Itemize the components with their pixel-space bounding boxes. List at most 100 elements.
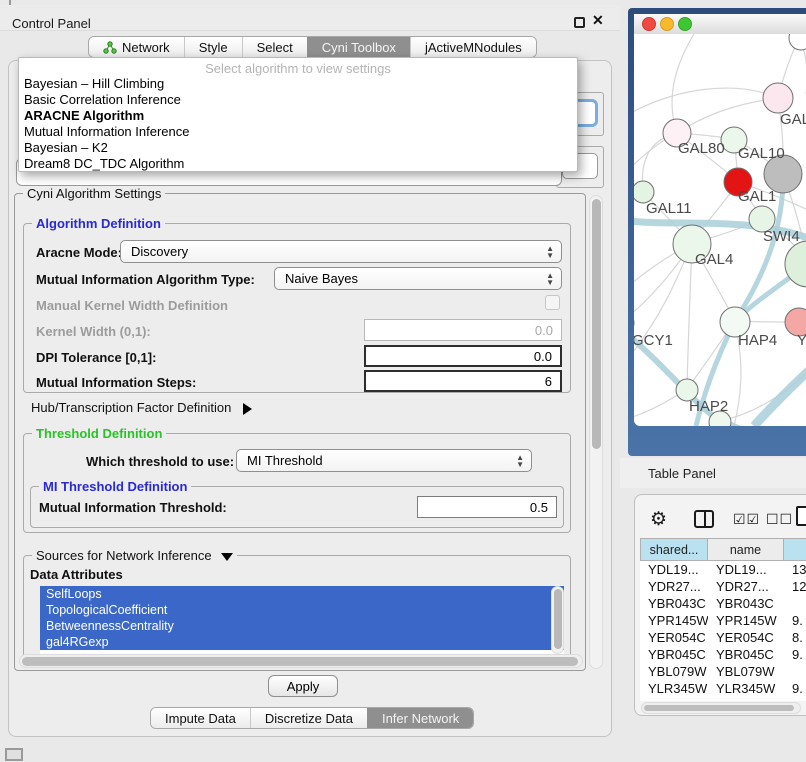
- tab-infer-network[interactable]: Infer Network: [367, 708, 473, 728]
- table-row[interactable]: YDL19...YDL19...13: [640, 561, 806, 578]
- table-cell: YBL079W: [708, 664, 784, 679]
- deselect-all-checkboxes-icon[interactable]: ☐☐: [766, 511, 793, 528]
- tab-label: Select: [257, 40, 293, 55]
- algorithm-dropdown-popup: Select algorithm to view settings Bayesi…: [18, 57, 578, 172]
- table-cell: 9.: [784, 647, 806, 662]
- close-traffic-icon[interactable]: [642, 17, 656, 31]
- columns-icon[interactable]: [694, 510, 714, 528]
- which-threshold-combobox[interactable]: MI Threshold ▲▼: [236, 449, 532, 472]
- tab-network[interactable]: Network: [89, 37, 184, 57]
- table-row[interactable]: YER054CYER054C8.: [640, 629, 806, 646]
- docked-panel-icon[interactable]: [5, 748, 23, 761]
- tab-label: Discretize Data: [265, 711, 353, 726]
- hub-definition-toggle[interactable]: Hub/Transcription Factor Definition: [31, 400, 252, 415]
- settings-hscrollbar[interactable]: [19, 654, 583, 668]
- node-label-gcy1: GCY1: [634, 332, 673, 349]
- kernel-width-field[interactable]: 0.0: [364, 319, 562, 341]
- table-row[interactable]: YBR043CYBR043C: [640, 595, 806, 612]
- mi-threshold-field[interactable]: 0.5: [417, 496, 557, 518]
- tab-discretize-data[interactable]: Discretize Data: [250, 708, 367, 728]
- table-cell: YDL19...: [640, 562, 708, 577]
- table-cell: YDR27...: [708, 579, 784, 594]
- table-cell: YBR043C: [708, 596, 784, 611]
- node-table: shared...name YDL19...YDL19...13YDR27...…: [640, 538, 806, 701]
- aracne-mode-combobox[interactable]: Discovery ▲▼: [120, 240, 562, 263]
- tab-impute-data[interactable]: Impute Data: [151, 708, 250, 728]
- tab-style[interactable]: Style: [184, 37, 242, 57]
- mi-threshold-definition-group: MI Threshold Definition Mutual Informati…: [30, 486, 564, 528]
- collapse-arrow-icon: [243, 403, 252, 415]
- node-label-gal1: GAL1: [738, 188, 776, 205]
- close-icon[interactable]: ✕: [592, 12, 604, 29]
- network-edge[interactable]: [687, 243, 692, 389]
- select-all-checkboxes-icon[interactable]: ☑☑: [733, 511, 760, 528]
- table-cell: 9.: [784, 698, 806, 701]
- data-attributes-list[interactable]: SelfLoopsTopologicalCoefficientBetweenne…: [40, 586, 564, 654]
- table-body: YDL19...YDL19...13YDR27...YDR27...12YBR0…: [640, 561, 806, 701]
- mi-threshold-label: Mutual Information Threshold:: [39, 500, 227, 515]
- dpi-tolerance-field[interactable]: 0.0: [364, 345, 562, 367]
- cyni-algorithm-settings-group: Cyni Algorithm Settings Algorithm Defini…: [14, 193, 586, 671]
- float-window-icon[interactable]: [574, 17, 585, 28]
- attributes-scrollbar[interactable]: [551, 586, 564, 654]
- node-pink-top[interactable]: [763, 83, 793, 113]
- manual-kernel-width-checkbox[interactable]: [545, 295, 560, 310]
- mi-algorithm-type-combobox[interactable]: Naive Bayes ▲▼: [274, 267, 562, 290]
- table-panel-title: Table Panel: [648, 466, 716, 481]
- table-row[interactable]: YLR345WYLR345W9.: [640, 680, 806, 697]
- sources-group-title[interactable]: Sources for Network Inference: [32, 548, 237, 563]
- table-row[interactable]: YBL079WYBL079W: [640, 663, 806, 680]
- tab-select[interactable]: Select: [242, 37, 307, 57]
- gear-icon[interactable]: ⚙: [650, 508, 667, 531]
- mi-algorithm-type-value: Naive Bayes: [285, 271, 358, 286]
- attribute-item-gal4rgexp[interactable]: gal4RGexp: [40, 634, 564, 650]
- table-cell: YBR043C: [640, 596, 708, 611]
- table-cell: YIL052C: [708, 698, 784, 701]
- node-label-gal: GAL: [780, 111, 806, 128]
- table-cell: YER054C: [640, 630, 708, 645]
- algorithm-option-basic-correlation-inference[interactable]: Basic Correlation Inference: [19, 92, 577, 108]
- algorithm-dropdown-prompt: Select algorithm to view settings: [19, 58, 577, 76]
- network-edge[interactable]: [677, 98, 778, 133]
- apply-button[interactable]: Apply: [268, 675, 338, 697]
- table-row[interactable]: YBR045CYBR045C9.: [640, 646, 806, 663]
- algorithm-option-dream8-dc-tdc-algorithm[interactable]: Dream8 DC_TDC Algorithm: [19, 156, 577, 172]
- algorithm-option-mutual-information-inference[interactable]: Mutual Information Inference: [19, 124, 577, 140]
- node-label-hap4: HAP4: [738, 332, 777, 349]
- network-edge[interactable]: [672, 34, 694, 133]
- attribute-item-topologicalcoefficient[interactable]: TopologicalCoefficient: [40, 602, 564, 618]
- document-icon[interactable]: [796, 506, 806, 526]
- kernel-width-label: Kernel Width (0,1):: [36, 324, 151, 339]
- table-row[interactable]: YIL052CYIL052C9.: [640, 697, 806, 701]
- column-header-shared[interactable]: shared...: [640, 538, 708, 561]
- table-header-row: shared...name: [640, 538, 806, 561]
- table-row[interactable]: YDR27...YDR27...12: [640, 578, 806, 595]
- tab-label: Network: [122, 40, 170, 55]
- tab-cyni-toolbox[interactable]: Cyni Toolbox: [307, 37, 410, 57]
- network-canvas[interactable]: GALGAL80GAL10GAL1GAL11SWI4GAL4GCY1HAP4YH…: [634, 34, 806, 426]
- algorithm-option-bayesian-k2[interactable]: Bayesian – K2: [19, 140, 577, 156]
- attribute-item-betweennesscentrality[interactable]: BetweennessCentrality: [40, 618, 564, 634]
- algorithm-option-aracne-algorithm[interactable]: ARACNE Algorithm: [19, 108, 577, 124]
- table-cell: YLR345W: [640, 681, 708, 696]
- table-cell: YBR045C: [708, 647, 784, 662]
- table-cell: 12: [784, 579, 806, 594]
- zoom-traffic-icon[interactable]: [678, 17, 692, 31]
- which-threshold-value: MI Threshold: [247, 453, 323, 468]
- node-label-gal11: GAL11: [646, 200, 692, 217]
- table-hscrollbar[interactable]: [641, 702, 801, 714]
- minimize-traffic-icon[interactable]: [660, 17, 674, 31]
- tab-jactivemnodules[interactable]: jActiveMNodules: [410, 37, 536, 57]
- node-top[interactable]: [789, 34, 806, 50]
- mi-steps-field[interactable]: 6: [364, 370, 562, 392]
- algorithm-option-bayesian-hill-climbing[interactable]: Bayesian – Hill Climbing: [19, 76, 577, 92]
- attribute-item-selfloops[interactable]: SelfLoops: [40, 586, 564, 602]
- which-threshold-label: Which threshold to use:: [86, 454, 234, 469]
- column-header-clipped[interactable]: [784, 538, 806, 561]
- combo-arrows-icon: ▲▼: [546, 272, 554, 286]
- settings-vscrollbar[interactable]: [589, 195, 603, 669]
- control-panel-titlebar: Control Panel ✕: [0, 5, 620, 31]
- table-row[interactable]: YPR145WYPR145W9.: [640, 612, 806, 629]
- network-edge-thick[interactable]: [754, 364, 806, 426]
- column-header-name[interactable]: name: [708, 538, 784, 561]
